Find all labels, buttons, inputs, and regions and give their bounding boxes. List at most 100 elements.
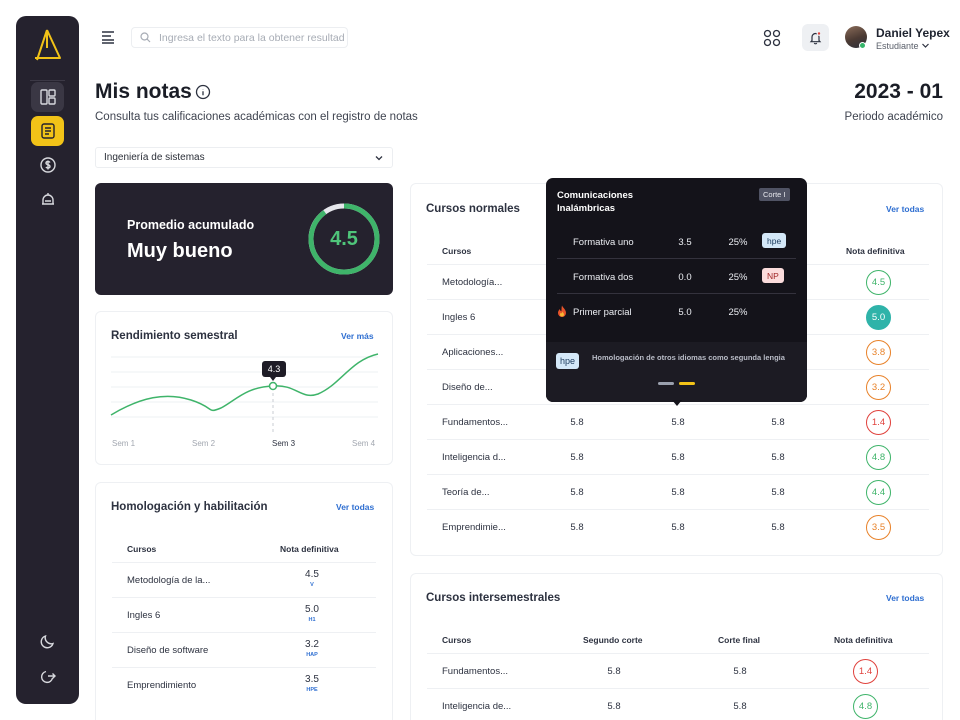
evaluation-grade: 0.0 (678, 272, 692, 283)
table-row[interactable]: Diseño de software 3.2 HAP (112, 632, 376, 667)
table-row[interactable]: Metodología de la... 4.5 V (112, 562, 376, 597)
sidebar-item-notes[interactable] (31, 116, 64, 146)
performance-chart (110, 353, 379, 432)
final-grade-badge[interactable]: 4.5 (866, 270, 891, 295)
column-header-second-cut: Segundo corte (583, 635, 643, 645)
graduation-cap-icon (41, 193, 54, 205)
intersemester-courses-card: Cursos intersemestrales Ver todas Cursos… (410, 573, 943, 720)
sidebar-item-payments[interactable] (31, 150, 64, 180)
user-name[interactable]: Daniel Yepex (876, 26, 950, 40)
average-label: Promedio acumulado (127, 218, 255, 232)
notifications-button[interactable] (802, 24, 829, 51)
logout-icon (40, 670, 56, 684)
popover-course-title: Comunicaciones Inalámbricas (557, 190, 634, 214)
popover-arrow (672, 400, 682, 406)
cut-grade: 5.8 (733, 666, 747, 677)
bell-icon (809, 31, 822, 45)
column-header-final-grade: Nota definitiva (846, 246, 905, 256)
normal-courses-view-all-link[interactable]: Ver todas (886, 204, 924, 214)
sidebar-item-dashboard[interactable] (31, 82, 64, 112)
course-name: Fundamentos... (442, 666, 509, 677)
table-row[interactable]: Inteligencia d... 5.8 5.8 5.8 4.8 (427, 439, 929, 474)
table-row[interactable]: Fundamentos... 5.8 5.8 1.4 (427, 653, 929, 688)
table-row[interactable]: Emprendimie... 5.8 5.8 5.8 3.5 (427, 509, 929, 544)
menu-icon[interactable] (100, 30, 116, 44)
column-header-course: Cursos (442, 246, 472, 256)
evaluation-badge: hpe (762, 233, 787, 248)
course-name: Emprendimie... (442, 522, 506, 533)
user-role[interactable]: Estudiante (876, 41, 919, 51)
chevron-down-icon[interactable] (921, 41, 930, 50)
table-row[interactable]: Emprendimiento 3.5 HPE (112, 667, 376, 702)
info-icon[interactable] (195, 84, 211, 100)
final-grade-badge[interactable]: 3.2 (866, 375, 891, 400)
evaluation-name: Formativa uno (573, 237, 634, 248)
flame-icon (558, 305, 566, 317)
performance-line (110, 353, 379, 416)
cut-grade: 5.8 (771, 522, 785, 533)
final-grade-badge[interactable]: 4.4 (866, 480, 891, 505)
pagination-dot[interactable] (658, 382, 674, 385)
page-title: Mis notas (95, 80, 192, 103)
logo-icon (35, 29, 61, 61)
sidebar (16, 16, 79, 704)
homologation-title: Homologación y habilitación (111, 501, 268, 513)
course-name: Ingles 6 (442, 312, 476, 323)
course-name: Emprendimiento (127, 680, 197, 691)
career-select[interactable]: Ingeniería de sistemas (95, 147, 393, 168)
search-bar[interactable] (131, 27, 348, 48)
chart-tooltip: 4.3 (262, 361, 286, 377)
table-row[interactable]: Fundamentos... 5.8 5.8 5.8 1.4 (427, 404, 929, 439)
final-grade-badge[interactable]: 3.5 (866, 515, 891, 540)
grade-code: H1 (308, 617, 316, 623)
final-grade: 3.5 (305, 674, 319, 685)
final-grade-badge[interactable]: 1.4 (866, 410, 891, 435)
cut-grade: 5.8 (607, 701, 621, 712)
evaluation-weight: 25% (728, 272, 748, 283)
course-name: Diseño de software (127, 645, 209, 656)
column-header-final-cut: Corte final (718, 635, 761, 645)
intersemester-view-all-link[interactable]: Ver todas (886, 593, 924, 603)
cut-grade: 5.8 (570, 417, 584, 428)
final-grade-badge[interactable]: 4.8 (866, 445, 891, 470)
final-grade: 4.5 (305, 569, 319, 580)
final-grade-badge[interactable]: 3.8 (866, 340, 891, 365)
table-row[interactable]: Ingles 6 5.0 H1 (112, 597, 376, 632)
course-name: Metodología... (442, 277, 503, 288)
average-value: 4.5 (330, 227, 358, 250)
chart-tick: Sem 2 (192, 439, 216, 448)
evaluation-grade: 3.5 (678, 237, 692, 248)
apps-icon[interactable] (763, 29, 781, 47)
academic-period-label: Periodo académico (844, 111, 943, 123)
final-grade-badge[interactable]: 4.8 (853, 694, 878, 719)
logout-button[interactable] (31, 661, 64, 691)
cut-grade: 5.8 (671, 522, 685, 533)
table-row[interactable]: Inteligencia de... 5.8 5.8 4.8 (427, 688, 929, 720)
grade-code: V (310, 582, 314, 588)
table-row[interactable]: Teoría de... 5.8 5.8 5.8 4.4 (427, 474, 929, 509)
sidebar-item-academic[interactable] (31, 184, 64, 214)
intersemester-courses-title: Cursos intersemestrales (426, 592, 561, 604)
final-grade-badge[interactable]: 5.0 (866, 305, 891, 330)
performance-card: Rendimiento semestral Ver más 4.3 Sem 1 … (95, 311, 393, 465)
theme-toggle-button[interactable] (31, 626, 64, 656)
course-name: Metodología de la... (127, 575, 211, 586)
column-header-course: Cursos (442, 635, 472, 645)
course-name: Fundamentos... (442, 417, 509, 428)
column-header-final-grade: Nota definitiva (834, 635, 893, 645)
dollar-icon (39, 157, 56, 173)
chart-active-point[interactable] (268, 381, 278, 391)
cut-grade: 5.8 (570, 452, 584, 463)
cut-grade: 5.8 (733, 701, 747, 712)
course-name: Aplicaciones... (442, 347, 504, 358)
course-name: Inteligencia de... (442, 701, 512, 712)
cut-grade: 5.8 (607, 666, 621, 677)
popover-footer: hpe Homologación de otros idiomas como s… (546, 342, 807, 402)
grade-detail-popover: Comunicaciones Inalámbricas Corte I Form… (546, 178, 807, 402)
homologation-view-all-link[interactable]: Ver todas (336, 502, 374, 512)
search-input[interactable] (159, 31, 345, 44)
evaluation-weight: 25% (728, 307, 748, 318)
dashboard-icon (39, 89, 56, 105)
pagination-dot-active[interactable] (679, 382, 695, 385)
final-grade-badge[interactable]: 1.4 (853, 659, 878, 684)
